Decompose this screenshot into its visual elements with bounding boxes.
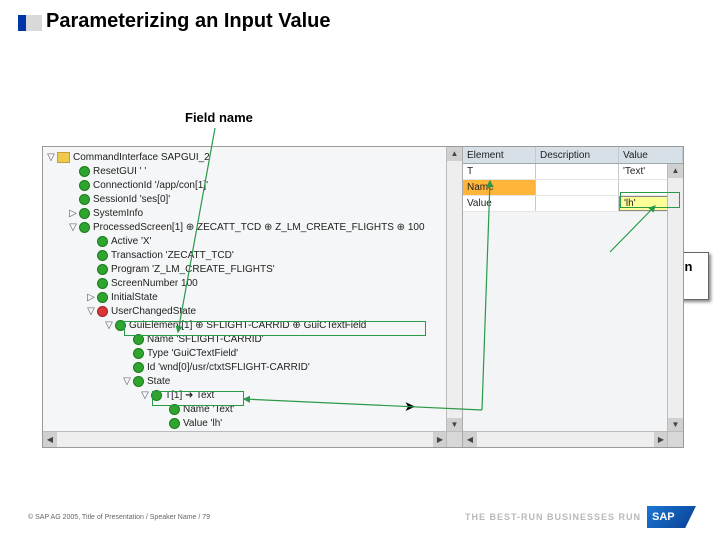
scroll-left-icon: ◀	[47, 436, 53, 444]
tree-row[interactable]: Value 'lh'	[45, 416, 460, 430]
scroll-up-icon: ▲	[672, 167, 680, 175]
node-icon	[97, 250, 108, 261]
props-horizontal-scrollbar[interactable]: ◀ ▶	[463, 431, 668, 447]
node-icon	[115, 320, 126, 331]
tree-row[interactable]: Name 'SFLIGHT-CARRID'	[45, 332, 460, 346]
scroll-corner	[667, 431, 683, 447]
tree-row[interactable]: Transaction 'ZECATT_TCD'	[45, 248, 460, 262]
node-icon	[97, 278, 108, 289]
property-row[interactable]: T'Text'	[463, 164, 683, 180]
properties-header: Element Description Value	[463, 147, 683, 164]
tree-row[interactable]: SessionId 'ses[0]'	[45, 192, 460, 206]
prop-element: Value	[463, 196, 536, 211]
scroll-down-icon: ▼	[451, 421, 459, 429]
footer-bestrun: THE BEST-RUN BUSINESSES RUN	[465, 512, 641, 522]
scroll-right-icon: ▶	[437, 436, 443, 444]
scroll-corner	[446, 431, 462, 447]
tree-row[interactable]: ▷InitialState	[45, 290, 460, 304]
node-icon	[97, 264, 108, 275]
scroll-up-icon: ▲	[451, 150, 459, 158]
prop-description	[536, 180, 619, 195]
node-icon	[133, 334, 144, 345]
tree-pane: ▽CommandInterface SAPGUI_2ResetGUI ' 'Co…	[43, 147, 463, 447]
tree-row[interactable]: ▽State	[45, 374, 460, 388]
property-row[interactable]: Value'lh'	[463, 196, 683, 212]
property-row[interactable]: Name	[463, 180, 683, 196]
node-icon	[97, 306, 108, 317]
node-icon	[133, 362, 144, 373]
col-element: Element	[463, 147, 536, 163]
tree-row[interactable]: ▽UserChangedState	[45, 304, 460, 318]
scroll-down-icon: ▼	[672, 421, 680, 429]
props-vertical-scrollbar[interactable]: ▲ ▼	[667, 164, 683, 432]
col-description: Description	[536, 147, 619, 163]
tree-row[interactable]: Name 'Text'	[45, 402, 460, 416]
tree-row[interactable]: Program 'Z_LM_CREATE_FLIGHTS'	[45, 262, 460, 276]
node-icon	[169, 418, 180, 429]
folder-icon	[57, 152, 70, 163]
col-value: Value	[619, 147, 683, 163]
callout-field-name: Field name	[185, 110, 253, 125]
tree-row[interactable]: ▽ProcessedScreen[1] ⊕ ZECATT_TCD ⊕ Z_LM_…	[45, 220, 460, 234]
node-icon	[79, 194, 90, 205]
node-icon	[133, 376, 144, 387]
page-title: Parameterizing an Input Value	[46, 10, 331, 33]
footer-copyright: © SAP AG 2005, Title of Presentation / S…	[28, 514, 210, 521]
node-icon	[169, 404, 180, 415]
node-icon	[97, 236, 108, 247]
prop-element: T	[463, 164, 536, 179]
cursor-icon: ➤	[404, 398, 416, 415]
prop-description	[536, 164, 619, 179]
tree-row[interactable]: Active 'X'	[45, 234, 460, 248]
tree-row[interactable]: ScreenNumber 100	[45, 276, 460, 290]
prop-element: Name	[463, 180, 536, 195]
properties-pane: Element Description Value T'Text'NameVal…	[463, 147, 683, 447]
sap-editor-panel: ▽CommandInterface SAPGUI_2ResetGUI ' 'Co…	[42, 146, 684, 448]
node-icon	[79, 222, 90, 233]
tree-row[interactable]: ▽GuiElement[1] ⊕ SFLIGHT-CARRID ⊕ GuiCTe…	[45, 318, 460, 332]
scroll-right-icon: ▶	[658, 436, 664, 444]
tree-row[interactable]: Type 'GuiCTextField'	[45, 346, 460, 360]
tree-horizontal-scrollbar[interactable]: ◀ ▶	[43, 431, 447, 447]
node-icon	[133, 348, 144, 359]
footer-logo-group: THE BEST-RUN BUSINESSES RUN SAP	[465, 506, 696, 528]
tree-row[interactable]: ResetGUI ' '	[45, 164, 460, 178]
sap-logo-icon: SAP	[647, 506, 696, 528]
tree-row[interactable]: ConnectionId '/app/con[1]'	[45, 178, 460, 192]
title-bullet	[18, 15, 42, 31]
tree-row[interactable]: ▷SystemInfo	[45, 206, 460, 220]
node-icon	[151, 390, 162, 401]
scroll-left-icon: ◀	[467, 436, 473, 444]
node-icon	[79, 208, 90, 219]
node-icon	[79, 166, 90, 177]
node-icon	[97, 292, 108, 303]
tree-row[interactable]: Id 'wnd[0]/usr/ctxtSFLIGHT-CARRID'	[45, 360, 460, 374]
prop-description	[536, 196, 619, 211]
node-icon	[79, 180, 90, 191]
tree-vertical-scrollbar[interactable]: ▲ ▼	[446, 147, 462, 432]
tree-root[interactable]: ▽CommandInterface SAPGUI_2	[45, 150, 460, 164]
tree-row[interactable]: ▽T[1] ➜ Text	[45, 388, 460, 402]
